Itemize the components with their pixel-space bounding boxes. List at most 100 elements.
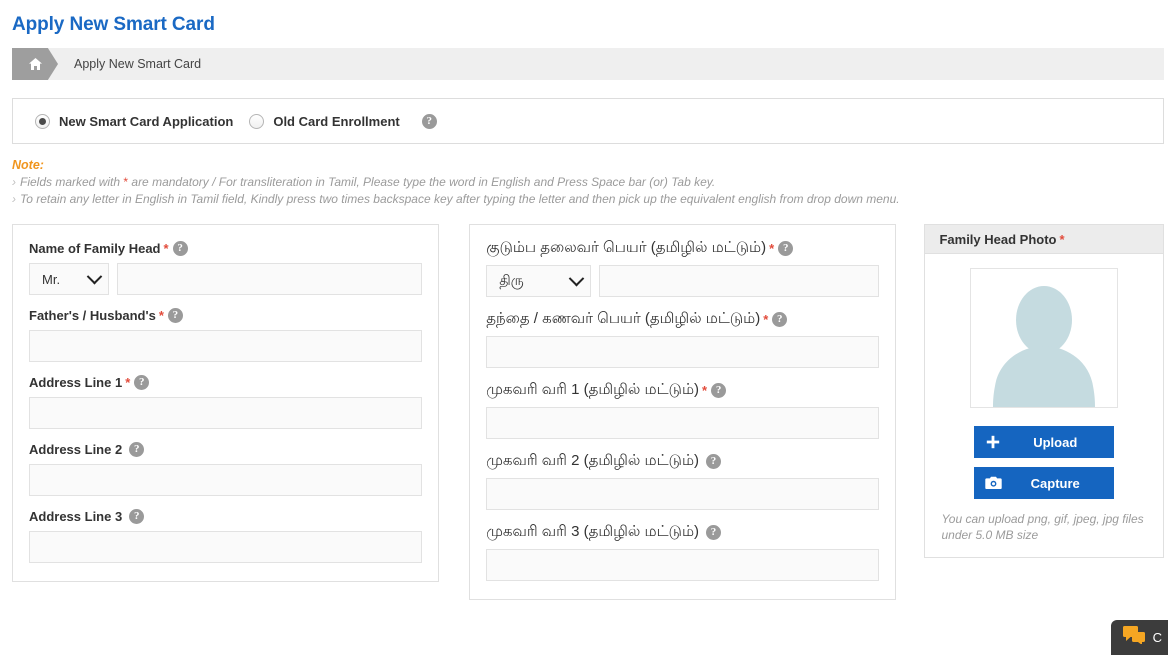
family-head-photo-panel: Family Head Photo * Upload Capture You c… [924, 224, 1164, 558]
salutation-select-value: Mr. [42, 271, 61, 287]
name-of-family-head-tamil-input[interactable] [599, 265, 880, 297]
page-title: Apply New Smart Card [12, 14, 215, 35]
salutation-select-tamil[interactable]: திரு [486, 265, 592, 297]
field-address-line-1-tamil-label: முகவரி வரி 1 (தமிழில் மட்டும்) * ? [486, 381, 879, 400]
photo-preview-frame [970, 268, 1119, 408]
plus-icon [974, 435, 1012, 449]
label-text: தந்தை / கணவர் பெயர் (தமிழில் மட்டும்) [486, 310, 761, 327]
field-father-husband-tamil-label: தந்தை / கணவர் பெயர் (தமிழில் மட்டும்) * … [486, 310, 879, 329]
chevron-down-icon [568, 270, 585, 286]
note-line-1-prefix: Fields marked with [20, 175, 121, 189]
family-head-photo-header: Family Head Photo * [925, 225, 1163, 254]
camera-icon [974, 476, 1012, 490]
note-line-2-suffix: To retain any letter in English in Tamil… [20, 192, 900, 206]
label-text: Address Line 3 [29, 509, 123, 524]
field-father-husband-label: Father's / Husband's * ? [29, 308, 422, 323]
required-asterisk: * [763, 312, 769, 327]
field-father-husband: Father's / Husband's * ? [29, 308, 423, 362]
label-text: Address Line 1 [29, 375, 123, 390]
note-line-1-suffix: are mandatory / For transliteration in T… [131, 175, 716, 189]
help-icon[interactable]: ? [772, 312, 788, 327]
salutation-select[interactable]: Mr. [29, 263, 109, 295]
help-icon[interactable]: ? [421, 113, 437, 129]
help-icon[interactable]: ? [129, 509, 145, 524]
field-address-line-1-tamil: முகவரி வரி 1 (தமிழில் மட்டும்) * ? [486, 381, 880, 439]
note-line-1: › Fields marked with * are mandatory / Fo… [12, 175, 1168, 189]
radio-old-card-enrollment[interactable]: Old Card Enrollment [249, 113, 400, 129]
photo-upload-note: You can upload png, gif, jpeg, jpg files… [941, 512, 1144, 542]
note-block: Note: › Fields marked with * are mandator… [12, 158, 1168, 206]
chat-bubbles-icon [1122, 626, 1145, 649]
address-line-1-input[interactable] [29, 397, 423, 429]
salutation-select-tamil-value: திரு [499, 271, 524, 288]
breadcrumb: Apply New Smart Card [12, 48, 1164, 80]
required-asterisk: * [769, 241, 775, 256]
field-address-line-2-tamil-label: முகவரி வரி 2 (தமிழில் மட்டும்) ? [486, 452, 879, 471]
help-icon[interactable]: ? [711, 383, 727, 398]
note-title: Note: [12, 158, 44, 172]
required-asterisk: * [1059, 231, 1065, 247]
family-head-photo-body: Upload Capture You can upload png, gif, … [925, 254, 1163, 557]
label-text: குடும்ப தலைவர் பெயர் (தமிழில் மட்டும்) [486, 239, 767, 256]
field-name-of-family-head: Name of Family Head * ? Mr. [29, 241, 423, 295]
field-address-line-1: Address Line 1 * ? [29, 375, 423, 429]
help-icon[interactable]: ? [778, 241, 794, 256]
chat-widget[interactable]: C [1110, 620, 1168, 655]
english-form-panel: Name of Family Head * ? Mr. Father's / H… [12, 224, 440, 582]
chevron-down-icon [86, 268, 103, 284]
field-address-line-2: Address Line 2 ? [29, 442, 423, 496]
address-line-1-tamil-input[interactable] [486, 407, 880, 439]
name-of-family-head-input[interactable] [117, 263, 423, 295]
chat-widget-label: C [1152, 630, 1162, 645]
radio-old-card-enrollment-dot[interactable] [249, 113, 265, 129]
field-address-line-3: Address Line 3 ? [29, 509, 423, 563]
field-father-husband-tamil: தந்தை / கணவர் பெயர் (தமிழில் மட்டும்) * … [486, 310, 880, 368]
radio-new-smart-card-application-label: New Smart Card Application [59, 113, 234, 129]
field-address-line-2-label: Address Line 2 ? [29, 442, 422, 457]
form-main-row: Name of Family Head * ? Mr. Father's / H… [12, 224, 1164, 600]
address-line-3-tamil-input[interactable] [486, 549, 880, 581]
breadcrumb-home-button[interactable] [12, 48, 58, 80]
father-husband-tamil-input[interactable] [486, 336, 880, 368]
address-line-2-input[interactable] [29, 464, 423, 496]
upload-photo-button[interactable]: Upload [974, 426, 1115, 458]
radio-new-smart-card-application-dot[interactable] [35, 113, 50, 129]
radio-old-card-enrollment-label: Old Card Enrollment [273, 113, 400, 129]
required-asterisk: * [163, 241, 169, 256]
field-address-line-3-tamil: முகவரி வரி 3 (தமிழில் மட்டும்) ? [486, 523, 880, 581]
required-asterisk: * [702, 383, 708, 398]
help-icon[interactable]: ? [706, 454, 722, 469]
help-icon[interactable]: ? [172, 241, 188, 256]
address-line-2-tamil-input[interactable] [486, 478, 880, 510]
label-text: Address Line 2 [29, 442, 123, 457]
upload-photo-button-label: Upload [1033, 434, 1078, 450]
address-line-3-input[interactable] [29, 531, 423, 563]
note-bullet-icon: › [12, 175, 16, 189]
label-text: முகவரி வரி 1 (தமிழில் மட்டும்) [486, 381, 700, 398]
help-icon[interactable]: ? [129, 442, 145, 457]
capture-photo-button-label: Capture [1030, 475, 1080, 491]
user-avatar-icon [971, 282, 1117, 407]
home-icon [27, 56, 44, 72]
radio-new-smart-card-application[interactable]: New Smart Card Application [35, 113, 234, 129]
help-icon[interactable]: ? [706, 525, 722, 540]
field-address-line-2-tamil: முகவரி வரி 2 (தமிழில் மட்டும்) ? [486, 452, 880, 510]
father-husband-input[interactable] [29, 330, 423, 362]
required-asterisk: * [125, 375, 131, 390]
help-icon[interactable]: ? [134, 375, 150, 390]
label-text: Name of Family Head [29, 241, 161, 256]
tamil-form-panel: குடும்ப தலைவர் பெயர் (தமிழில் மட்டும்) *… [469, 224, 897, 600]
field-address-line-3-tamil-label: முகவரி வரி 3 (தமிழில் மட்டும்) ? [486, 523, 879, 542]
field-address-line-1-label: Address Line 1 * ? [29, 375, 422, 390]
field-name-of-family-head-tamil-label: குடும்ப தலைவர் பெயர் (தமிழில் மட்டும்) *… [486, 239, 879, 258]
field-name-of-family-head-tamil: குடும்ப தலைவர் பெயர் (தமிழில் மட்டும்) *… [486, 239, 880, 297]
field-name-of-family-head-label: Name of Family Head * ? [29, 241, 422, 256]
breadcrumb-current: Apply New Smart Card [74, 57, 202, 71]
label-text: Father's / Husband's [29, 308, 156, 323]
label-text: முகவரி வரி 3 (தமிழில் மட்டும்) [486, 523, 700, 540]
label-text: முகவரி வரி 2 (தமிழில் மட்டும்) [486, 452, 700, 469]
application-type-card: New Smart Card Application Old Card Enro… [12, 98, 1164, 144]
required-asterisk: * [158, 308, 164, 323]
capture-photo-button[interactable]: Capture [974, 467, 1115, 499]
help-icon[interactable]: ? [167, 308, 183, 323]
